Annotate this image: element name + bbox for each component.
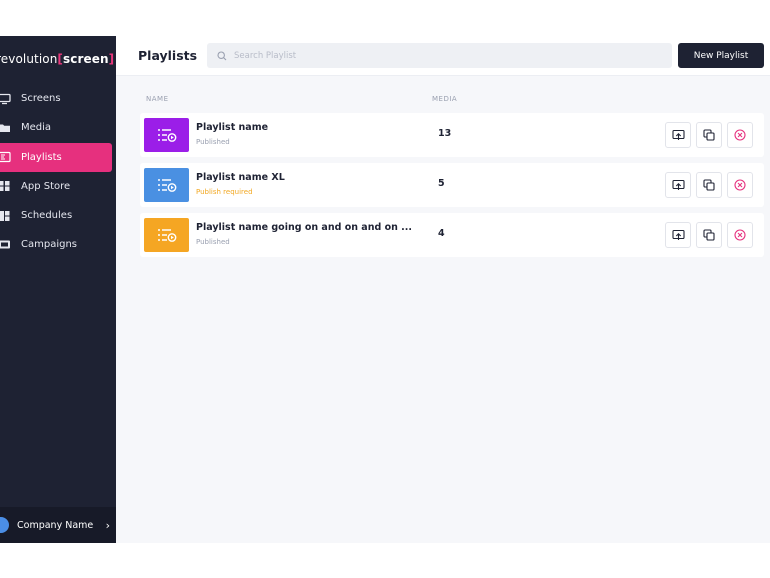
playlist-status: Publish required — [196, 188, 253, 196]
media-count: 4 — [438, 228, 445, 239]
app-grid-icon — [0, 179, 11, 193]
playlist-icon — [157, 179, 176, 192]
sidebar-nav: Screens Media Playlists App Store Schedu… — [0, 84, 116, 260]
media-count: 5 — [438, 178, 445, 189]
playlist-thumbnail — [144, 168, 189, 202]
playlist-name[interactable]: Playlist name going on and on and on ... — [196, 222, 412, 233]
media-count: 13 — [438, 128, 452, 139]
table-row[interactable]: Playlist name going on and on and on ...… — [140, 213, 764, 257]
brand-logo: revolution[screen] — [0, 52, 115, 66]
close-circle-icon — [734, 129, 746, 141]
app-window: revolution[screen] Screens Media Playlis… — [0, 36, 770, 543]
copy-icon — [703, 229, 715, 241]
playlist-icon — [0, 150, 11, 164]
sidebar: revolution[screen] Screens Media Playlis… — [0, 36, 116, 543]
company-name: Company Name — [17, 519, 94, 531]
delete-button[interactable] — [727, 122, 753, 148]
publish-icon — [671, 179, 685, 190]
close-circle-icon — [734, 229, 746, 241]
sidebar-item-schedules[interactable]: Schedules — [0, 201, 112, 230]
delete-button[interactable] — [727, 172, 753, 198]
publish-button[interactable] — [665, 172, 691, 198]
sidebar-item-label: App Store — [21, 180, 71, 192]
playlist-status: Published — [196, 138, 230, 146]
playlist-name[interactable]: Playlist name XL — [196, 172, 285, 183]
main-content: Playlists New Playlist NAME MEDIA Playli… — [116, 36, 770, 543]
playlist-thumbnail — [144, 118, 189, 152]
copy-icon — [703, 129, 715, 141]
schedule-icon — [0, 209, 11, 223]
sidebar-item-label: Screens — [21, 93, 61, 104]
table-header: NAME MEDIA — [116, 95, 770, 107]
playlist-icon — [157, 129, 176, 142]
column-header-name: NAME — [146, 95, 169, 103]
campaign-icon — [0, 238, 11, 252]
chevron-right-icon: › — [105, 518, 110, 532]
top-bar: Playlists New Playlist — [116, 36, 770, 76]
monitor-icon — [0, 92, 11, 106]
table-row[interactable]: Playlist name Published 13 — [140, 113, 764, 157]
playlist-thumbnail — [144, 218, 189, 252]
search-icon — [217, 46, 227, 65]
duplicate-button[interactable] — [696, 222, 722, 248]
publish-icon — [671, 129, 685, 140]
sidebar-item-label: Playlists — [21, 151, 62, 163]
sidebar-item-label: Media — [21, 122, 52, 134]
search-box[interactable] — [207, 43, 672, 68]
playlist-name[interactable]: Playlist name — [196, 122, 268, 133]
copy-icon — [703, 179, 715, 191]
column-header-media: MEDIA — [432, 95, 458, 103]
table-row[interactable]: Playlist name XL Publish required 5 — [140, 163, 764, 207]
search-input[interactable] — [234, 50, 654, 61]
duplicate-button[interactable] — [696, 172, 722, 198]
sidebar-item-media[interactable]: Media — [0, 113, 112, 142]
sidebar-item-label: Campaigns — [21, 239, 78, 251]
playlist-list: Playlist name Published 13 Playlist name… — [140, 113, 764, 263]
sidebar-item-screens[interactable]: Screens — [0, 84, 112, 113]
folder-icon — [0, 121, 11, 135]
sidebar-item-label: Schedules — [21, 210, 73, 222]
new-playlist-button[interactable]: New Playlist — [678, 43, 764, 68]
sidebar-item-app-store[interactable]: App Store — [0, 172, 112, 201]
publish-button[interactable] — [665, 122, 691, 148]
playlist-icon — [157, 229, 176, 242]
sidebar-item-playlists[interactable]: Playlists — [0, 142, 112, 172]
close-circle-icon — [734, 179, 746, 191]
delete-button[interactable] — [727, 222, 753, 248]
sidebar-item-campaigns[interactable]: Campaigns — [0, 230, 112, 259]
publish-button[interactable] — [665, 222, 691, 248]
duplicate-button[interactable] — [696, 122, 722, 148]
playlist-status: Published — [196, 238, 230, 246]
page-title: Playlists — [138, 48, 198, 63]
publish-icon — [671, 229, 685, 240]
avatar — [0, 517, 9, 533]
user-menu[interactable]: Company Name › — [0, 507, 116, 543]
